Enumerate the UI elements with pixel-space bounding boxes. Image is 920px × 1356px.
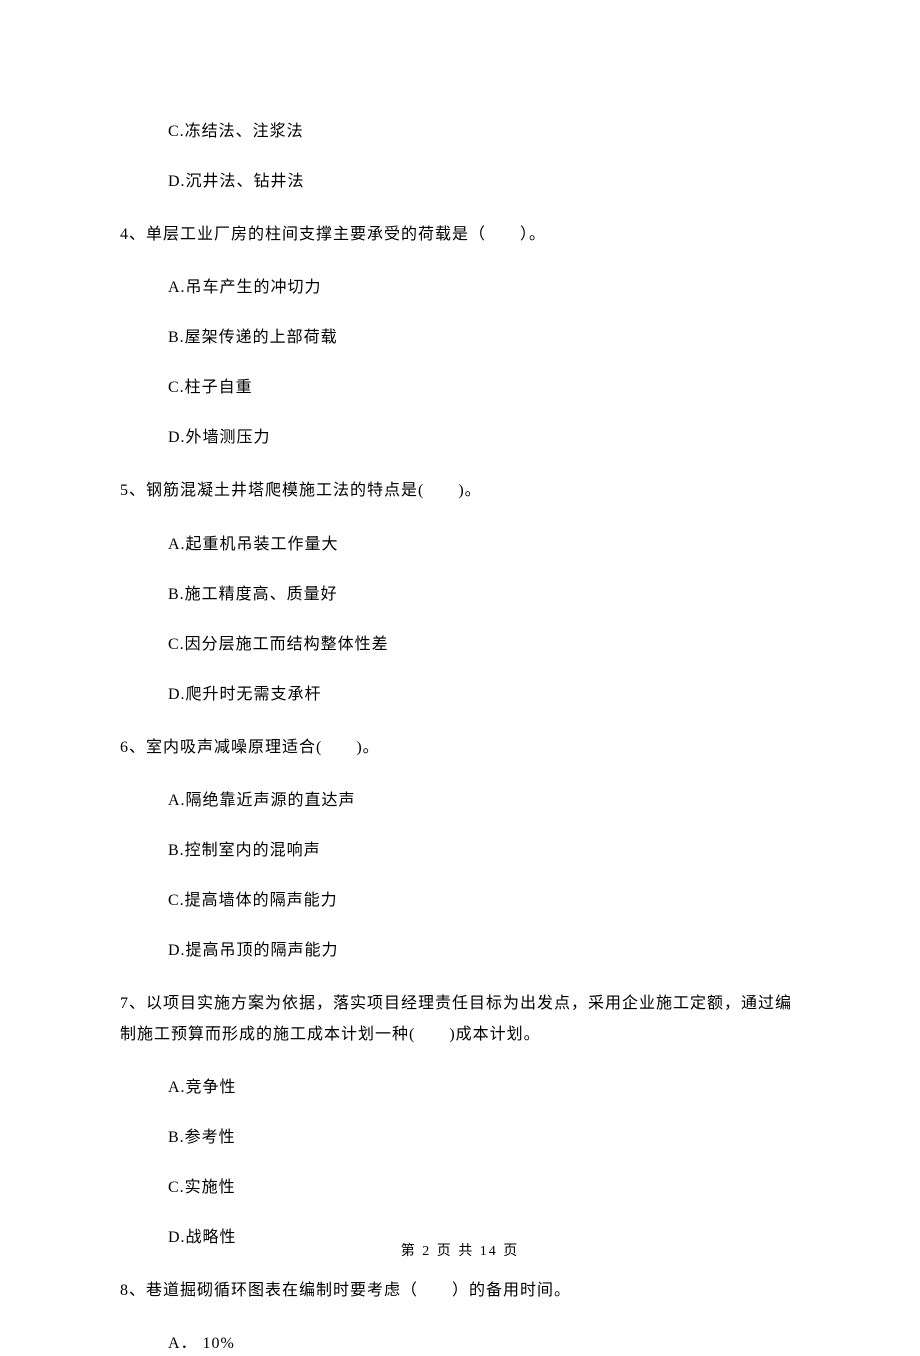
q7-text: 7、以项目实施方案为依据，落实项目经理责任目标为出发点，采用企业施工定额，通过编… bbox=[120, 995, 792, 1042]
q6-option-c: C.提高墙体的隔声能力 bbox=[168, 889, 800, 913]
q8-text: 8、巷道掘砌循环图表在编制时要考虑（ ）的备用时间。 bbox=[120, 1282, 571, 1299]
q4-text: 4、单层工业厂房的柱间支撑主要承受的荷载是（ ）。 bbox=[120, 226, 546, 243]
q4-question: 4、单层工业厂房的柱间支撑主要承受的荷载是（ ）。 bbox=[120, 220, 800, 250]
q5-option-b: B.施工精度高、质量好 bbox=[168, 583, 800, 607]
q5-question: 5、钢筋混凝土井塔爬模施工法的特点是( )。 bbox=[120, 476, 800, 506]
q4-option-c: C.柱子自重 bbox=[168, 376, 800, 400]
q6-option-a: A.隔绝靠近声源的直达声 bbox=[168, 789, 800, 813]
q4-option-d: D.外墙测压力 bbox=[168, 426, 800, 450]
q7-option-b: B.参考性 bbox=[168, 1126, 800, 1150]
q6-option-b: B.控制室内的混响声 bbox=[168, 839, 800, 863]
q6-option-d: D.提高吊顶的隔声能力 bbox=[168, 939, 800, 963]
q4-option-a: A.吊车产生的冲切力 bbox=[168, 276, 800, 300]
q7-option-c: C.实施性 bbox=[168, 1176, 800, 1200]
q6-text: 6、室内吸声减噪原理适合( )。 bbox=[120, 739, 380, 756]
q3-option-c: C.冻结法、注浆法 bbox=[168, 120, 800, 144]
q3-option-d: D.沉井法、钻井法 bbox=[168, 170, 800, 194]
q7-question: 7、以项目实施方案为依据，落实项目经理责任目标为出发点，采用企业施工定额，通过编… bbox=[120, 989, 800, 1050]
q4-option-b: B.屋架传递的上部荷载 bbox=[168, 326, 800, 350]
q5-option-d: D.爬升时无需支承杆 bbox=[168, 683, 800, 707]
q6-question: 6、室内吸声减噪原理适合( )。 bbox=[120, 733, 800, 763]
q5-text: 5、钢筋混凝土井塔爬模施工法的特点是( )。 bbox=[120, 482, 482, 499]
q8-option-a: A． 10% bbox=[168, 1332, 800, 1356]
q7-option-a: A.竞争性 bbox=[168, 1076, 800, 1100]
page-footer: 第 2 页 共 14 页 bbox=[0, 1241, 920, 1262]
q5-option-c: C.因分层施工而结构整体性差 bbox=[168, 633, 800, 657]
page-content: C.冻结法、注浆法 D.沉井法、钻井法 4、单层工业厂房的柱间支撑主要承受的荷载… bbox=[0, 0, 920, 1356]
q5-option-a: A.起重机吊装工作量大 bbox=[168, 533, 800, 557]
